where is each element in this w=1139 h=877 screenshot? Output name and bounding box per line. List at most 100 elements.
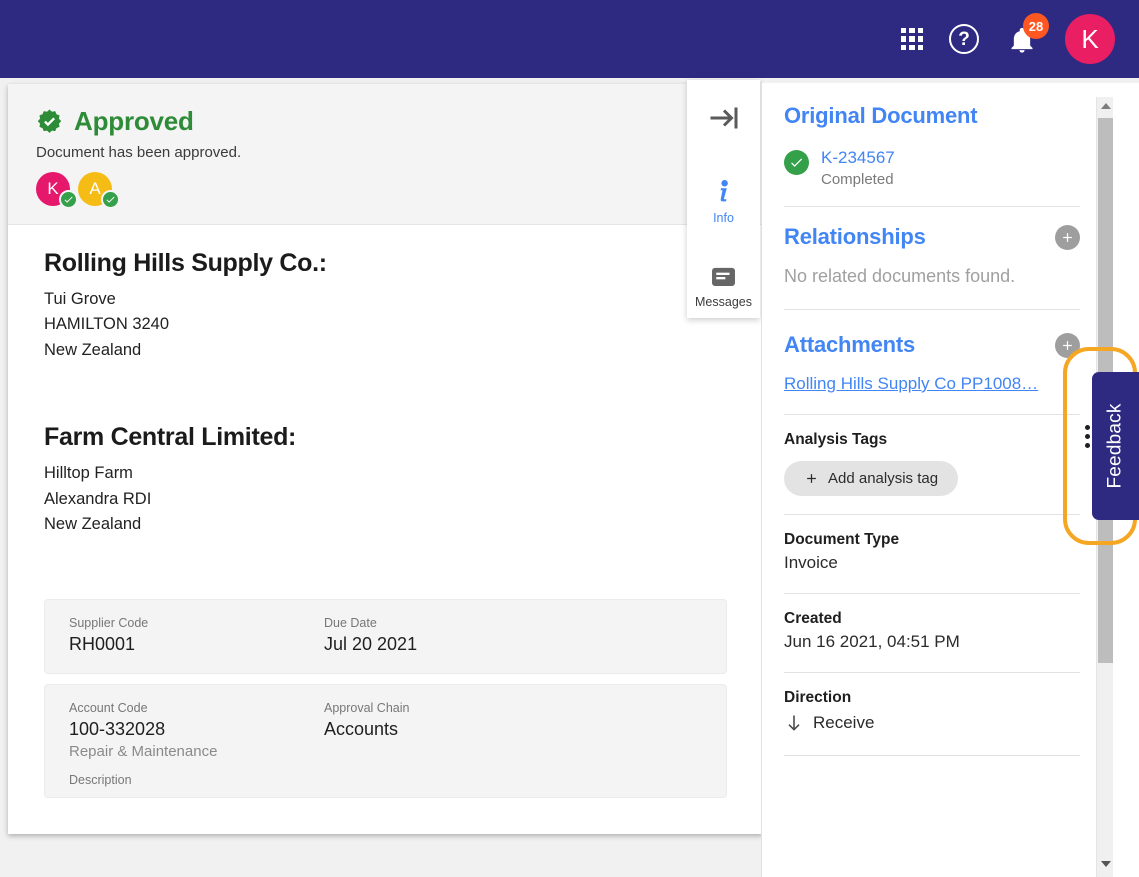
- tool-item-messages[interactable]: Messages: [687, 263, 760, 309]
- address-line: New Zealand: [44, 512, 727, 537]
- relationships-empty-text: No related documents found.: [784, 266, 1080, 287]
- section-relationships: Relationships No related documents found…: [784, 207, 1080, 310]
- approver-avatar[interactable]: A: [78, 172, 112, 206]
- detail-value: Jun 16 2021, 04:51 PM: [784, 632, 1080, 652]
- grid-apps-icon: [901, 28, 923, 50]
- document-pane: Approved Document has been approved. K A: [8, 84, 763, 834]
- address-line: Alexandra RDI: [44, 487, 727, 512]
- block-spacer: [44, 537, 727, 589]
- buyer-address: Hilltop Farm Alexandra RDI New Zealand: [44, 461, 727, 537]
- detail-label: Direction: [784, 689, 1080, 707]
- add-relationship-button[interactable]: [1055, 225, 1080, 250]
- check-icon: [59, 190, 78, 209]
- field-account-code: Account Code 100-332028 Repair & Mainten…: [69, 701, 324, 787]
- field-label: Account Code: [69, 701, 324, 715]
- detail-label: Document Type: [784, 531, 1080, 549]
- buyer-name: Farm Central Limited:: [44, 423, 727, 452]
- supplier-block: Rolling Hills Supply Co.: Tui Grove HAMI…: [44, 249, 727, 363]
- arrow-to-right-icon: [706, 100, 742, 136]
- section-divider: [784, 755, 1080, 756]
- green-check-icon: [784, 150, 809, 175]
- top-navigation-bar: ? 28 K: [0, 0, 1139, 78]
- field-value: RH0001: [69, 634, 324, 655]
- supplier-name: Rolling Hills Supply Co.:: [44, 249, 727, 278]
- bell-wrapper: 28: [1005, 22, 1039, 56]
- approver-initial: A: [89, 179, 100, 199]
- section-original-document: Original Document K-234567 Completed: [784, 103, 1080, 207]
- section-analysis-tags: Analysis Tags Add analysis tag: [784, 415, 1080, 515]
- address-line: HAMILTON 3240: [44, 312, 727, 337]
- add-attachment-button[interactable]: [1055, 333, 1080, 358]
- more-vertical-icon: [1085, 434, 1090, 439]
- field-due-date: Due Date Jul 20 2021: [324, 616, 417, 655]
- approved-badge-icon: [36, 108, 63, 135]
- field-label: Due Date: [324, 616, 417, 630]
- supplier-address: Tui Grove HAMILTON 3240 New Zealand: [44, 287, 727, 363]
- original-document-row[interactable]: K-234567 Completed: [784, 148, 1080, 188]
- feedback-tab-button[interactable]: Feedback: [1092, 372, 1139, 520]
- help-button[interactable]: ?: [949, 24, 979, 54]
- notifications-button[interactable]: 28: [1005, 22, 1039, 56]
- approver-avatar[interactable]: K: [36, 172, 70, 206]
- plus-circle-icon: [1060, 230, 1075, 245]
- apps-grid-button[interactable]: [901, 28, 923, 50]
- info-side-panel: Original Document K-234567 Completed Rel…: [761, 83, 1139, 877]
- section-title-relationships: Relationships: [784, 224, 926, 250]
- original-document-status: Completed: [821, 171, 895, 188]
- attachments-header: Attachments: [784, 332, 1080, 358]
- section-title-attachments: Attachments: [784, 332, 915, 358]
- tool-item-info[interactable]: Info: [687, 176, 760, 225]
- field-card-row-2: Account Code 100-332028 Repair & Mainten…: [44, 684, 727, 798]
- attachment-more-menu-button[interactable]: [1085, 425, 1090, 448]
- detail-document-type: Document Type Invoice: [784, 515, 1080, 594]
- field-label-description: Description: [69, 773, 324, 787]
- relationships-header: Relationships: [784, 224, 1080, 250]
- buyer-block: Farm Central Limited: Hilltop Farm Alexa…: [44, 423, 727, 537]
- approval-status-header: Approved: [36, 106, 763, 137]
- app-root: ? 28 K Approved Doc: [0, 0, 1139, 877]
- user-avatar[interactable]: K: [1065, 14, 1115, 64]
- arrow-down-icon: [784, 711, 804, 735]
- detail-direction: Direction Receive: [784, 673, 1080, 756]
- block-spacer: [44, 363, 727, 423]
- document-body: Rolling Hills Supply Co.: Tui Grove HAMI…: [8, 225, 763, 798]
- original-document-link[interactable]: K-234567: [821, 148, 895, 168]
- approval-status-banner: Approved Document has been approved. K A: [8, 84, 763, 225]
- add-analysis-tag-button[interactable]: Add analysis tag: [784, 461, 958, 496]
- scroll-down-arrow-icon[interactable]: [1097, 855, 1114, 872]
- field-value: Accounts: [324, 719, 409, 740]
- messages-icon: [709, 263, 738, 292]
- feedback-tab-label: Feedback: [1105, 403, 1127, 488]
- address-line: New Zealand: [44, 338, 727, 363]
- field-value: 100-332028: [69, 719, 324, 740]
- approver-avatar-list: K A: [36, 172, 763, 206]
- section-title-original-document: Original Document: [784, 103, 1080, 129]
- field-subvalue: Repair & Maintenance: [69, 743, 324, 760]
- collapse-panel-button[interactable]: [687, 100, 760, 136]
- notification-count-badge: 28: [1023, 13, 1049, 39]
- plus-icon: [804, 471, 819, 486]
- field-label: Approval Chain: [324, 701, 409, 715]
- detail-created: Created Jun 16 2021, 04:51 PM: [784, 594, 1080, 673]
- help-question-icon: ?: [949, 24, 979, 54]
- address-line: Tui Grove: [44, 287, 727, 312]
- more-vertical-icon: [1085, 443, 1090, 448]
- direction-value-row: Receive: [784, 711, 1080, 735]
- section-attachments: Attachments Rolling Hills Supply Co PP10…: [784, 310, 1080, 415]
- field-supplier-code: Supplier Code RH0001: [69, 616, 324, 655]
- attachment-item[interactable]: Rolling Hills Supply Co PP1008…: [784, 374, 1080, 394]
- triangle-down-glyph: [1101, 861, 1111, 867]
- detail-value: Invoice: [784, 553, 1080, 573]
- tool-item-label: Messages: [695, 295, 752, 309]
- scroll-up-arrow-icon[interactable]: [1097, 97, 1114, 114]
- analysis-tags-label: Analysis Tags: [784, 431, 1080, 449]
- field-approval-chain: Approval Chain Accounts: [324, 701, 409, 787]
- info-panel-content: Original Document K-234567 Completed Rel…: [762, 83, 1102, 756]
- field-card-row-1: Supplier Code RH0001 Due Date Jul 20 202…: [44, 599, 727, 674]
- field-label: Supplier Code: [69, 616, 324, 630]
- triangle-up-glyph: [1101, 103, 1111, 109]
- approval-status-subtitle: Document has been approved.: [36, 144, 763, 161]
- original-document-info: K-234567 Completed: [821, 148, 895, 188]
- address-line: Hilltop Farm: [44, 461, 727, 486]
- add-analysis-tag-label: Add analysis tag: [828, 470, 938, 487]
